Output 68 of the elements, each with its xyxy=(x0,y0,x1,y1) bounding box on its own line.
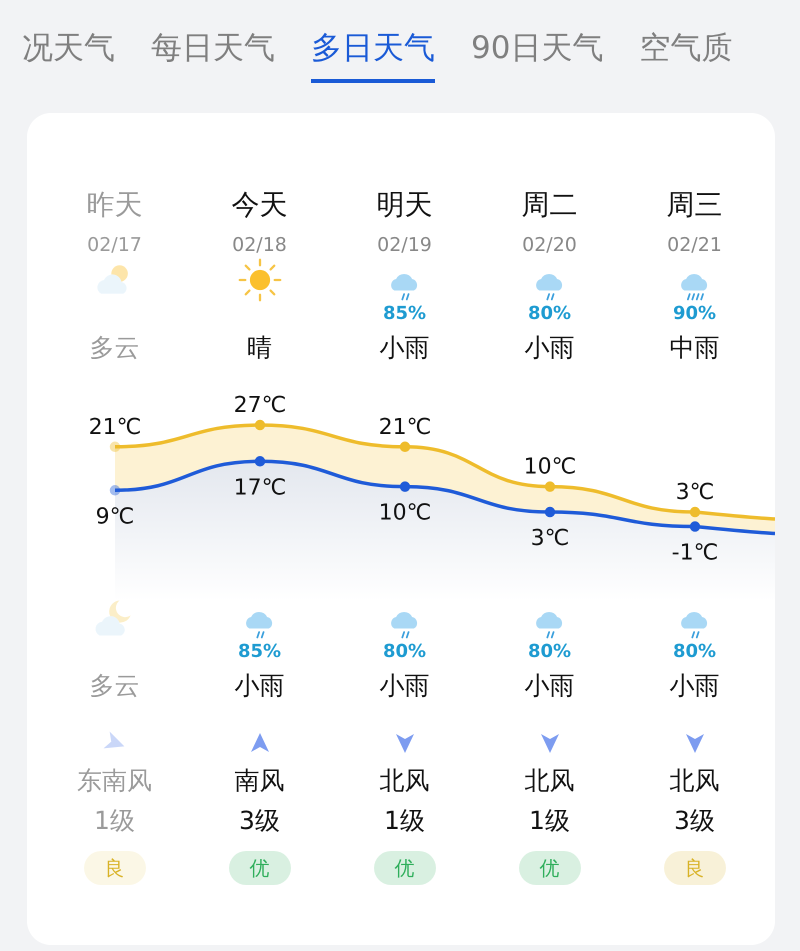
weather-condition: 小雨 xyxy=(524,333,574,363)
tab[interactable]: 多日天气 xyxy=(311,26,435,83)
wind-level: 3级 xyxy=(239,805,280,837)
weather-condition: 小雨 xyxy=(234,671,284,701)
precipitation-chance: 80% xyxy=(672,641,716,662)
low-temp-label: -1℃ xyxy=(672,540,718,566)
date-label: 02/20 xyxy=(522,233,577,258)
weather-condition: 小雨 xyxy=(670,671,720,701)
high-temp-label: 27℃ xyxy=(234,393,286,418)
data-point xyxy=(110,442,120,452)
day-label: 今天 xyxy=(232,187,288,223)
tab[interactable]: 90日天气 xyxy=(471,26,604,83)
data-point xyxy=(544,481,556,492)
date-label: 02/17 xyxy=(87,233,142,258)
date-label: 02/18 xyxy=(232,233,287,258)
precipitation-chance: 90% xyxy=(672,303,716,324)
sun-icon xyxy=(236,257,282,303)
weather-condition: 晴 xyxy=(247,333,272,363)
air-quality-badge: 良 xyxy=(84,851,146,885)
data-point xyxy=(544,506,556,518)
air-quality-badge: 良 xyxy=(664,851,726,885)
data-point xyxy=(690,506,700,518)
weather-condition: 小雨 xyxy=(380,333,430,363)
day-label: 周二 xyxy=(522,187,578,223)
precipitation-chance: 80% xyxy=(382,641,426,662)
air-quality-badge: 优 xyxy=(374,851,436,885)
high-temp-label: 10℃ xyxy=(524,454,576,480)
low-temp-label: 17℃ xyxy=(234,475,286,500)
weather-condition: 多云 xyxy=(90,333,140,363)
day-label: 昨天 xyxy=(86,187,142,223)
tab[interactable]: 况天气 xyxy=(22,26,115,83)
low-temp-label: 3℃ xyxy=(530,526,570,552)
data-point xyxy=(400,481,410,492)
day-label: 明天 xyxy=(376,187,432,223)
wind-level: 1级 xyxy=(94,805,135,837)
tab[interactable]: 空气质 xyxy=(639,26,732,83)
air-quality-badge: 优 xyxy=(228,851,290,885)
data-point xyxy=(254,456,266,467)
wind-direction: 北风 xyxy=(670,765,720,797)
high-temp-label: 3℃ xyxy=(676,480,714,506)
low-temp-label: 9℃ xyxy=(96,504,134,530)
precipitation-chance: 80% xyxy=(528,303,572,324)
precipitation-chance: 85% xyxy=(238,641,282,662)
date-label: 02/19 xyxy=(377,233,432,258)
tab[interactable]: 每日天气 xyxy=(151,26,275,83)
precipitation-chance: 85% xyxy=(382,303,426,324)
wind-level: 1级 xyxy=(384,805,425,837)
data-point xyxy=(690,521,700,532)
data-point xyxy=(400,442,410,452)
data-point xyxy=(254,420,266,430)
high-temp-label: 21℃ xyxy=(88,414,142,440)
weather-condition: 小雨 xyxy=(380,671,430,701)
data-point xyxy=(110,485,120,496)
weather-condition: 多云 xyxy=(90,671,140,701)
precipitation-chance: 80% xyxy=(528,641,572,662)
air-quality-badge: 优 xyxy=(518,851,580,885)
date-label: 02/21 xyxy=(667,233,722,258)
wind-level: 1级 xyxy=(529,805,570,837)
wind-direction: 北风 xyxy=(524,765,574,797)
low-temp-label: 10℃ xyxy=(378,500,432,526)
wind-direction: 北风 xyxy=(380,765,430,797)
day-label: 周三 xyxy=(666,187,722,223)
wind-direction: 东南风 xyxy=(77,765,152,797)
weather-condition: 小雨 xyxy=(524,671,574,701)
high-temp-label: 21℃ xyxy=(378,414,432,440)
wind-direction: 南风 xyxy=(234,765,284,797)
weather-condition: 中雨 xyxy=(670,333,720,363)
wind-level: 3级 xyxy=(674,805,715,837)
